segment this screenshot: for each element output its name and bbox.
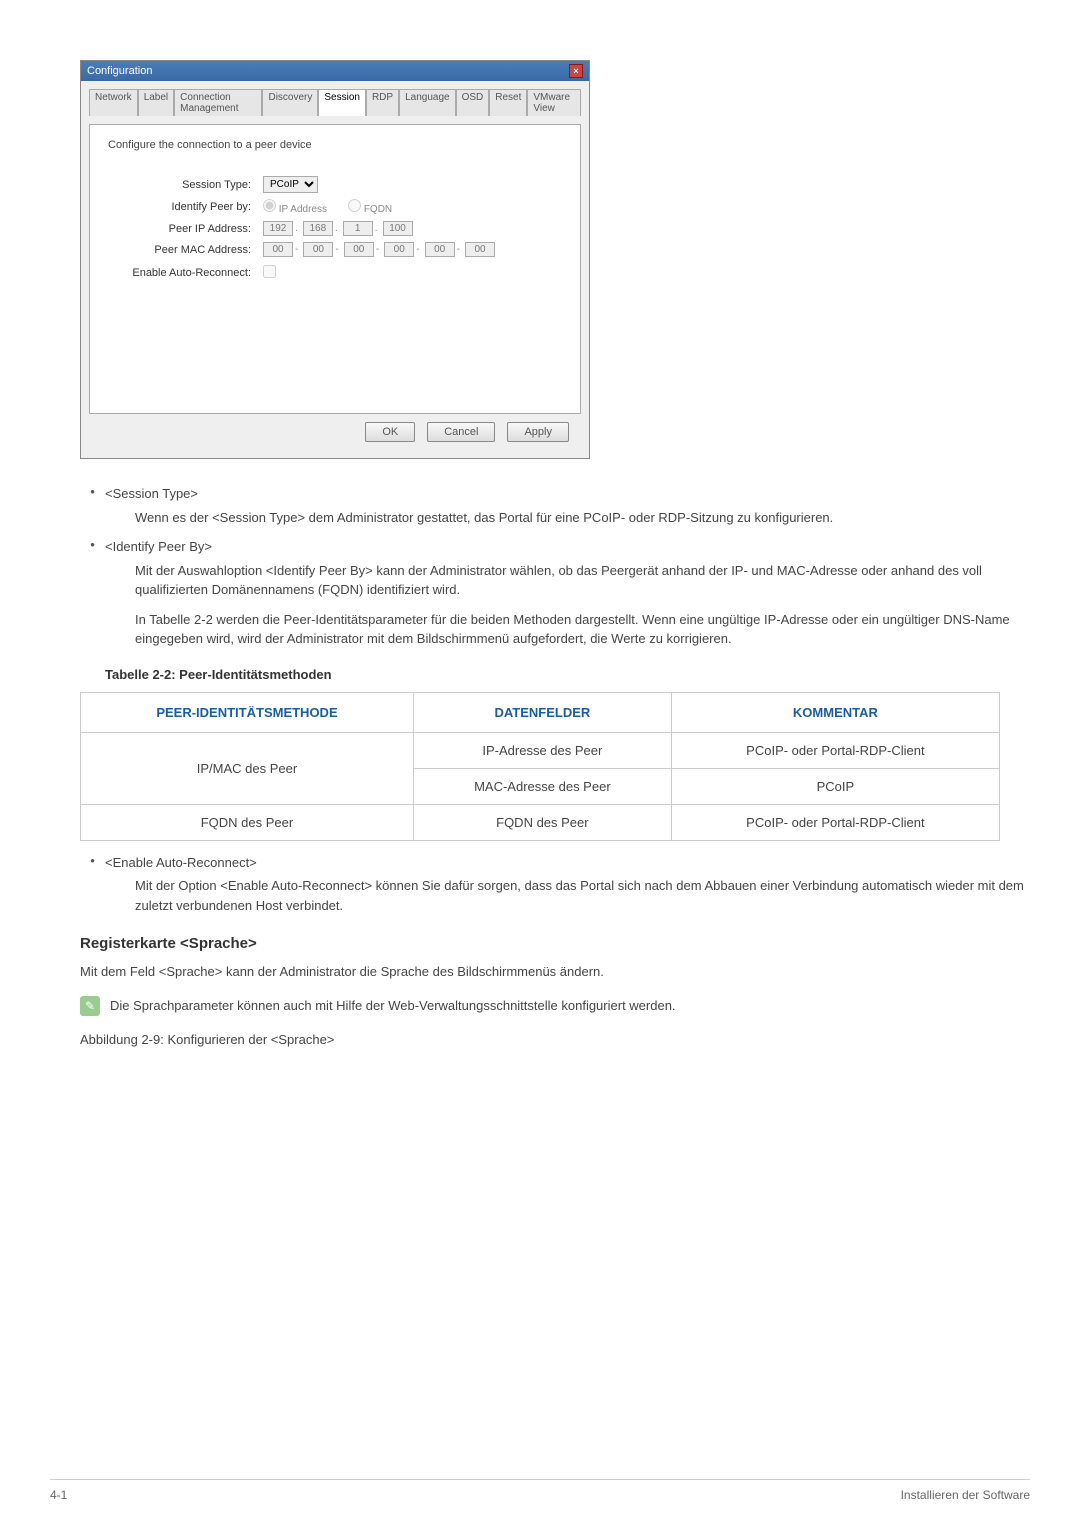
table-row: IP/MAC des Peer IP-Adresse des Peer PCoI… xyxy=(81,732,1000,768)
radio-ip-input[interactable] xyxy=(263,199,276,212)
explanation-list-2: • <Enable Auto-Reconnect> Mit der Option… xyxy=(80,853,1030,916)
auto-reconnect-label: Enable Auto-Reconnect: xyxy=(108,267,263,279)
table-header-fields: DATENFELDER xyxy=(413,692,671,732)
tab-discovery[interactable]: Discovery xyxy=(262,89,318,116)
note-icon: ✎ xyxy=(80,996,100,1016)
session-type-select[interactable]: PCoIP xyxy=(263,176,318,193)
peer-mac-4[interactable] xyxy=(384,242,414,257)
identify-peer-label: Identify Peer by: xyxy=(108,201,263,213)
peer-identity-methods-table: PEER-IDENTITÄTSMETHODE DATENFELDER KOMME… xyxy=(80,692,1000,841)
cancel-button[interactable]: Cancel xyxy=(427,422,495,442)
tab-network[interactable]: Network xyxy=(89,89,138,116)
configuration-dialog: Configuration × Network Label Connection… xyxy=(80,60,590,459)
bullet-icon: • xyxy=(80,853,105,868)
apply-button[interactable]: Apply xyxy=(507,422,569,442)
table-cell: IP/MAC des Peer xyxy=(81,732,414,804)
note-row: ✎ Die Sprachparameter können auch mit Hi… xyxy=(80,996,1030,1016)
tab-rdp[interactable]: RDP xyxy=(366,89,399,116)
ok-button[interactable]: OK xyxy=(365,422,415,442)
close-icon: × xyxy=(573,67,578,76)
footer-title: Installieren der Software xyxy=(901,1488,1030,1502)
tab-osd[interactable]: OSD xyxy=(456,89,490,116)
page-footer: 4-1 Installieren der Software xyxy=(50,1479,1030,1502)
page-number: 4-1 xyxy=(50,1488,67,1502)
table-header-method: PEER-IDENTITÄTSMETHODE xyxy=(81,692,414,732)
close-button[interactable]: × xyxy=(569,64,583,78)
list-item-identify-peer: <Identify Peer By> xyxy=(105,537,1030,557)
auto-reconnect-checkbox[interactable] xyxy=(263,265,276,278)
radio-fqdn[interactable]: FQDN xyxy=(348,204,392,215)
panel-description: Configure the connection to a peer devic… xyxy=(108,139,562,151)
bullet-icon: • xyxy=(80,537,105,552)
tab-label[interactable]: Label xyxy=(138,89,174,116)
tab-connection-management[interactable]: Connection Management xyxy=(174,89,262,116)
table-cell: PCoIP xyxy=(671,768,999,804)
peer-ip-label: Peer IP Address: xyxy=(108,223,263,235)
session-type-label: Session Type: xyxy=(108,179,263,191)
dialog-button-row: OK Cancel Apply xyxy=(89,414,581,450)
table-header-comment: KOMMENTAR xyxy=(671,692,999,732)
tab-session[interactable]: Session xyxy=(318,89,366,116)
table-cell: FQDN des Peer xyxy=(413,804,671,840)
table-cell: PCoIP- oder Portal-RDP-Client xyxy=(671,804,999,840)
table-title: Tabelle 2-2: Peer-Identitätsmethoden xyxy=(105,667,1030,682)
dialog-title: Configuration xyxy=(87,65,152,77)
session-panel: Configure the connection to a peer devic… xyxy=(89,124,581,414)
table-cell: MAC-Adresse des Peer xyxy=(413,768,671,804)
tab-vmware-view[interactable]: VMware View xyxy=(527,89,581,116)
language-paragraph: Mit dem Feld <Sprache> kann der Administ… xyxy=(80,962,1030,982)
table-row: FQDN des Peer FQDN des Peer PCoIP- oder … xyxy=(81,804,1000,840)
peer-mac-1[interactable] xyxy=(263,242,293,257)
table-cell: PCoIP- oder Portal-RDP-Client xyxy=(671,732,999,768)
tab-language[interactable]: Language xyxy=(399,89,456,116)
figure-caption: Abbildung 2-9: Konfigurieren der <Sprach… xyxy=(80,1030,1030,1050)
list-item-auto-reconnect-body: Mit der Option <Enable Auto-Reconnect> k… xyxy=(135,876,1030,915)
list-item-identify-peer-body: Mit der Auswahloption <Identify Peer By>… xyxy=(135,561,1030,600)
section-heading-language: Registerkarte <Sprache> xyxy=(80,935,1030,952)
peer-mac-2[interactable] xyxy=(303,242,333,257)
radio-ip-address[interactable]: IP Address xyxy=(263,204,327,215)
list-item-session-type-body: Wenn es der <Session Type> dem Administr… xyxy=(135,508,1030,528)
peer-ip-octet-1[interactable] xyxy=(263,221,293,236)
dialog-titlebar: Configuration × xyxy=(81,61,589,81)
peer-mac-3[interactable] xyxy=(344,242,374,257)
note-text: Die Sprachparameter können auch mit Hilf… xyxy=(110,996,676,1016)
radio-fqdn-input[interactable] xyxy=(348,199,361,212)
peer-ip-octet-3[interactable] xyxy=(343,221,373,236)
list-item-session-type: <Session Type> xyxy=(105,484,1030,504)
table-cell: IP-Adresse des Peer xyxy=(413,732,671,768)
list-item-identify-peer-body-2: In Tabelle 2-2 werden die Peer-Identität… xyxy=(135,610,1030,649)
bullet-icon: • xyxy=(80,484,105,499)
tab-reset[interactable]: Reset xyxy=(489,89,527,116)
peer-ip-octet-2[interactable] xyxy=(303,221,333,236)
dialog-body: Network Label Connection Management Disc… xyxy=(81,81,589,458)
table-cell: FQDN des Peer xyxy=(81,804,414,840)
explanation-list: • <Session Type> Wenn es der <Session Ty… xyxy=(80,484,1030,649)
list-item-auto-reconnect: <Enable Auto-Reconnect> xyxy=(105,853,1030,873)
peer-mac-6[interactable] xyxy=(465,242,495,257)
peer-mac-label: Peer MAC Address: xyxy=(108,244,263,256)
tab-strip: Network Label Connection Management Disc… xyxy=(89,89,581,116)
peer-ip-octet-4[interactable] xyxy=(383,221,413,236)
peer-mac-5[interactable] xyxy=(425,242,455,257)
